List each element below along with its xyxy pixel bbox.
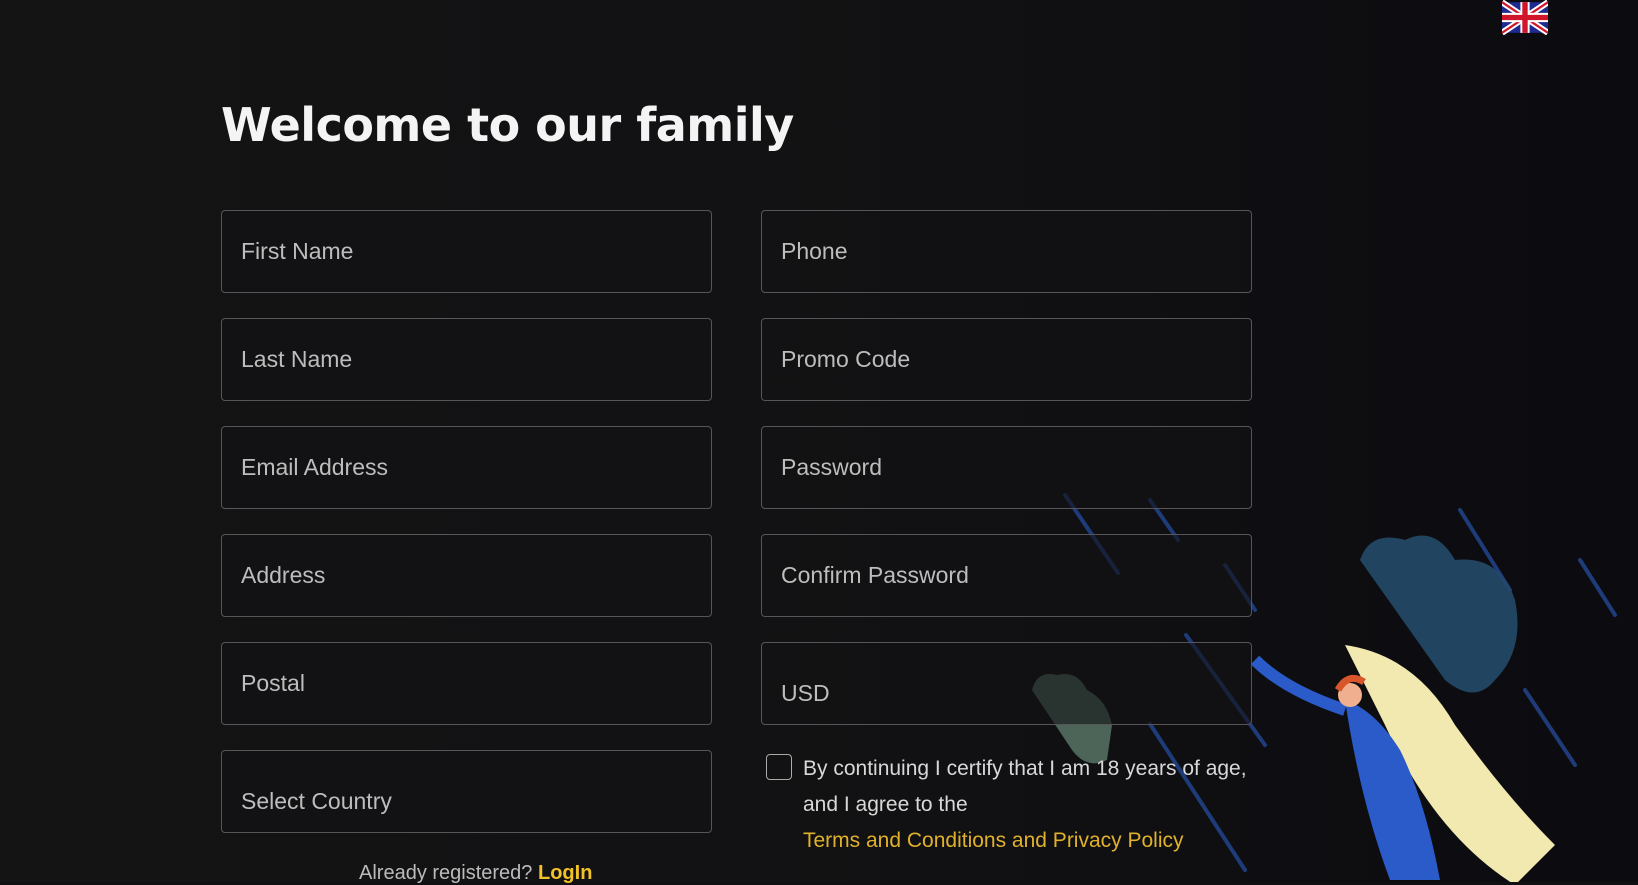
agreement-text: By continuing I certify that I am 18 yea… bbox=[803, 751, 1263, 859]
confirm-password-input[interactable] bbox=[781, 562, 1251, 589]
page-title: Welcome to our family bbox=[221, 98, 794, 152]
promo-code-input[interactable] bbox=[781, 346, 1251, 373]
email-field[interactable] bbox=[221, 426, 712, 509]
password-input[interactable] bbox=[781, 454, 1251, 481]
postal-input[interactable] bbox=[241, 670, 711, 697]
address-input[interactable] bbox=[241, 562, 711, 589]
login-prompt-text: Already registered? bbox=[359, 862, 533, 884]
country-select[interactable]: Select Country bbox=[221, 750, 712, 833]
uk-flag-icon[interactable] bbox=[1500, 0, 1550, 36]
agreement-line-2: and I agree to the bbox=[803, 793, 968, 816]
password-field[interactable] bbox=[761, 426, 1252, 509]
agreement-line-1: By continuing I certify that I am 18 yea… bbox=[803, 757, 1247, 780]
currency-select[interactable]: USD bbox=[761, 642, 1252, 725]
email-input[interactable] bbox=[241, 454, 711, 481]
currency-select-value: USD bbox=[781, 680, 830, 706]
confirm-password-field[interactable] bbox=[761, 534, 1252, 617]
login-link[interactable]: LogIn bbox=[538, 862, 592, 884]
last-name-input[interactable] bbox=[241, 346, 711, 373]
address-field[interactable] bbox=[221, 534, 712, 617]
postal-field[interactable] bbox=[221, 642, 712, 725]
phone-field[interactable] bbox=[761, 210, 1252, 293]
first-name-input[interactable] bbox=[241, 238, 711, 265]
promo-code-field[interactable] bbox=[761, 318, 1252, 401]
last-name-field[interactable] bbox=[221, 318, 712, 401]
phone-input[interactable] bbox=[781, 238, 1251, 265]
first-name-field[interactable] bbox=[221, 210, 712, 293]
age-terms-checkbox[interactable] bbox=[766, 754, 792, 780]
country-select-value: Select Country bbox=[241, 788, 392, 814]
terms-link[interactable]: Terms and Conditions and Privacy Policy bbox=[803, 823, 1263, 859]
